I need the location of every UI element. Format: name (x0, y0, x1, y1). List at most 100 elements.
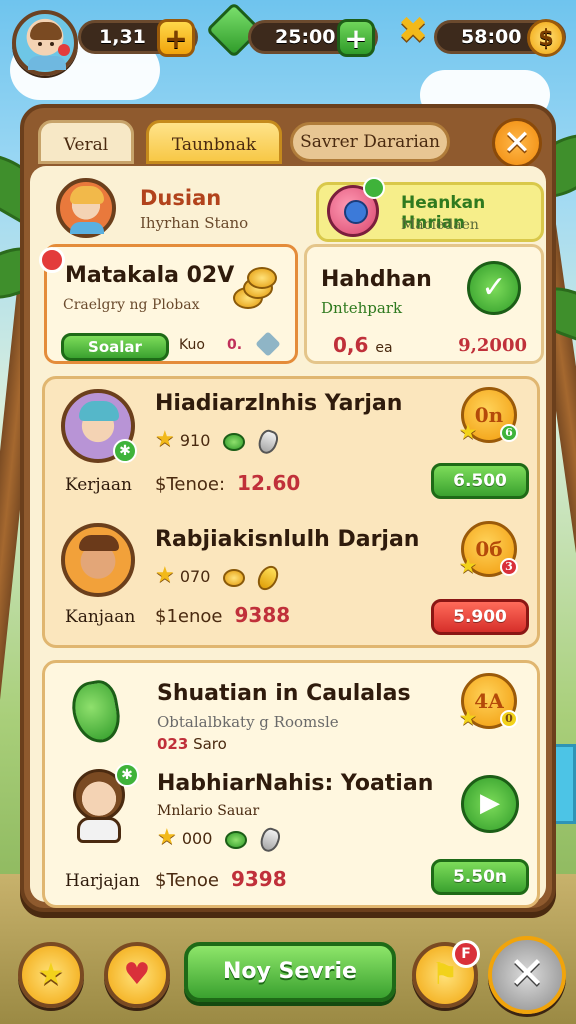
resource-1-value: 1,31 (99, 26, 146, 48)
row-1-title: Hiadiarzlnhis Yarjan (155, 391, 403, 416)
main-action-button[interactable]: Noy Sevrie (184, 942, 396, 1002)
row-1-avatar: ✱ (61, 389, 137, 463)
coin-stack-icon (233, 267, 277, 309)
heart-icon (58, 44, 70, 56)
resource-pill-3: 58:00 $ (434, 19, 566, 57)
bag-icon (255, 427, 281, 456)
row-1-offer-badge[interactable]: 0n ★ 6 (460, 387, 518, 443)
favorites-button[interactable]: ★ (18, 942, 84, 1008)
group-2-subtitle: Obtalalbkaty g Roomsle (157, 713, 339, 731)
row-1-price: 12.60 (237, 471, 301, 495)
banana-icon (253, 561, 282, 594)
confirm-check-button[interactable]: ✓ (467, 261, 521, 315)
hammer-icon: ✖ (398, 10, 429, 51)
gear-badge-icon (363, 177, 385, 199)
gold-coin-icon (223, 568, 246, 587)
promo-subtitle: Maciedaen (401, 217, 479, 233)
row-2-stars: 070 (179, 567, 211, 586)
add-resource-1-button[interactable]: + (157, 19, 195, 57)
profile-avatar (56, 178, 116, 238)
add-resource-2-button[interactable]: + (337, 19, 375, 57)
notification-badge: F (452, 940, 480, 968)
offer-card-2[interactable]: Hahdhan Dntehpark ✓ 0,6 ea 9,2000 (304, 244, 544, 364)
group-2-stars: 000 (181, 829, 213, 848)
shop-panel: Veral Taunbnak Savrer Dararian ✕ Dusian … (20, 104, 556, 912)
star-icon: ★ (37, 957, 65, 992)
offer-group-2: Shuatian in Caulalas Obtalalbkaty g Room… (42, 660, 540, 908)
row-2-avatar (61, 523, 135, 597)
group-2-row-title: HabhiarNahis: Yoatian (157, 771, 434, 796)
heart-icon: ♥ (123, 957, 151, 992)
row-2-title: Rabjiakisnlulh Darjan (155, 527, 420, 552)
pin-icon (39, 247, 65, 273)
promo-banner[interactable]: Heankan Hnrian Maciedaen (316, 177, 544, 242)
profile-name: Dusian (140, 186, 222, 210)
close-button[interactable]: ✕ (488, 936, 566, 1014)
row-2-trade: $1enoe 9388 (155, 603, 290, 627)
star-icon: ★ (157, 825, 177, 850)
group-2-row-subtitle: Mnlario Sauar (157, 803, 260, 819)
row-1-trade: $Tenoe: 12.60 (155, 471, 300, 495)
dot-icon: 6 (500, 424, 518, 442)
dot-icon: 3 (500, 558, 518, 576)
row-1-badge-label: 0n (474, 403, 504, 427)
star-icon: ★ (155, 563, 175, 588)
resource-2-value: 25:00 (275, 26, 336, 48)
bag-icon (257, 825, 283, 854)
offer-card-1[interactable]: Matakala 02V Craelgry ng Plobax Soalar K… (39, 244, 298, 364)
offer-2-title: Hahdhan (321, 267, 432, 292)
row-1-stars: 910 (179, 431, 211, 450)
row-2-price: 9388 (234, 603, 291, 627)
dot-icon: 0 (500, 710, 518, 728)
play-button[interactable]: ▶ (461, 775, 519, 833)
badge-icon: ✱ (115, 763, 139, 787)
resource-pill-1: 1,31 + (78, 19, 198, 57)
claim-button[interactable]: Soalar (61, 333, 169, 361)
group-2-name: Harjajan (65, 871, 140, 891)
group-2-avatar: ✱ (59, 763, 139, 847)
offer-group-1: ✱ Hiadiarzlnhis Yarjan ★ 910 Kerjaan $Te… (42, 376, 540, 648)
group-2-trade-label: $Tenoe (155, 870, 219, 891)
group-2-stats: ★ 000 (157, 825, 283, 854)
row-1-buy-button[interactable]: 6.500 (431, 463, 529, 499)
top-hud: 1,31 + 25:00 + ✖ 58:00 $ (8, 1, 568, 76)
offer-1-zero: 0. (227, 337, 243, 353)
star-icon: ★ (155, 427, 175, 452)
close-panel-button[interactable]: ✕ (492, 118, 542, 168)
group-2-detail: 023 Saro (157, 735, 227, 753)
row-2-stats: ★ 070 (155, 561, 282, 594)
row-1-stats: ★ 910 (155, 427, 281, 456)
profile-shirt (70, 222, 104, 234)
tab-taunbnak[interactable]: Taunbnak (146, 120, 282, 164)
avatar-shirt (28, 56, 66, 70)
offer-2-price: 0,6 ea (333, 333, 393, 357)
tab-veral[interactable]: Veral (38, 120, 134, 164)
group-2-offer-badge[interactable]: 4A ★ 0 (460, 673, 518, 729)
row-2-trade-label: $1enoe (155, 606, 223, 627)
avatar-body (77, 817, 121, 843)
row-2-buy-button[interactable]: 5.900 (431, 599, 529, 635)
group-2-detail-number: 023 (157, 735, 189, 753)
gem-coin-icon (223, 432, 246, 451)
badge-icon: ✱ (113, 439, 137, 463)
offer-1-note: Kuo (179, 337, 205, 353)
coin-icon[interactable]: $ (527, 19, 565, 57)
offer-2-price-value: 0,6 (333, 333, 369, 357)
row-1-name: Kerjaan (65, 475, 132, 495)
tab-savrer-dararian[interactable]: Savrer Dararian (290, 122, 450, 162)
offer-2-value: 9,2000 (458, 335, 527, 356)
events-button[interactable]: ⚑ F (412, 940, 480, 1008)
avatar-face (34, 36, 58, 58)
row-2-offer-badge[interactable]: 0б ★ 3 (460, 521, 518, 577)
profile-hair (70, 186, 104, 204)
offer-2-subtitle: Dntehpark (321, 299, 403, 317)
crystal-icon (255, 331, 281, 357)
row-2-badge-label: 0б (475, 537, 503, 561)
group-2-price: 9398 (230, 867, 287, 891)
row-2-name: Kanjaan (65, 607, 136, 627)
offer-2-price-unit: ea (375, 340, 393, 356)
parrot-icon (67, 677, 125, 747)
group-2-buy-button[interactable]: 5.50n (431, 859, 529, 895)
likes-button[interactable]: ♥ (104, 942, 170, 1008)
player-avatar[interactable] (12, 10, 78, 76)
